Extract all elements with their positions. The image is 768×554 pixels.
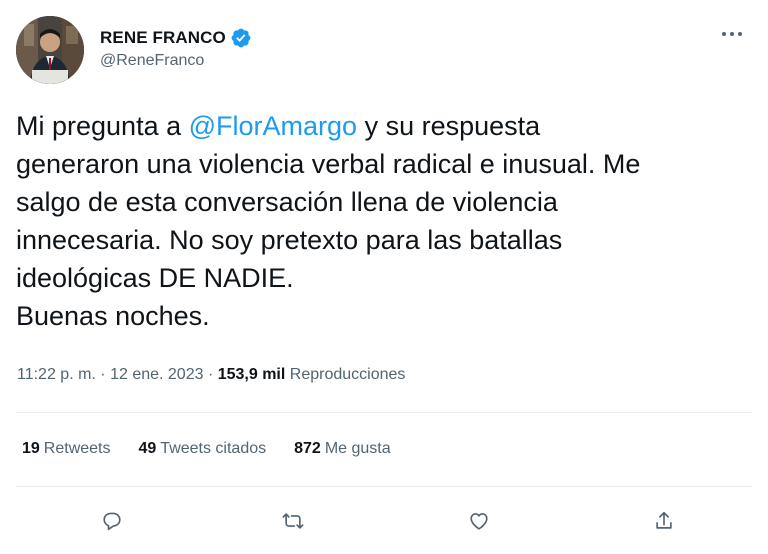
avatar[interactable] [16,16,84,84]
likes-count: 872 [294,440,321,457]
mention-link[interactable]: @FlorAmargo [189,111,357,141]
quotes-stat[interactable]: 49 Tweets citados [139,440,267,458]
divider [16,486,752,487]
tweet-meta: 11:22 p. m. · 12 ene. 2023 · 153,9 mil R… [17,366,405,384]
more-icon[interactable] [718,24,746,44]
retweet-icon[interactable] [276,504,310,538]
retweets-label: Retweets [43,440,111,457]
like-icon[interactable] [462,504,496,538]
tweet-header: RENE FRANCO @ReneFranco [16,16,752,88]
verified-badge-icon [230,27,252,49]
meta-separator: · [203,366,218,383]
display-name-row: RENE FRANCO [100,26,252,50]
views-label: Reproducciones [285,366,406,383]
divider [16,412,752,413]
reply-icon[interactable] [95,504,129,538]
retweets-count: 19 [22,440,40,457]
user-meta: RENE FRANCO @ReneFranco [100,26,252,70]
likes-stat[interactable]: 872 Me gusta [294,440,391,458]
meta-separator: · [95,366,111,383]
tweet: RENE FRANCO @ReneFranco Mi pregunta a @F… [0,0,768,554]
tweet-time[interactable]: 11:22 p. m. [17,366,96,383]
quotes-label: Tweets citados [160,440,267,457]
tweet-text-before: Mi pregunta a [16,111,189,141]
display-name[interactable]: RENE FRANCO [100,28,226,48]
tweet-date[interactable]: 12 ene. 2023 [110,366,203,383]
retweets-stat[interactable]: 19 Retweets [22,440,111,458]
share-icon[interactable] [647,504,681,538]
tweet-stats: 19 Retweets 49 Tweets citados 872 Me gusta [22,440,419,458]
likes-label: Me gusta [324,440,391,457]
tweet-text: Mi pregunta a @FlorAmargo y su respuesta… [16,107,756,335]
tweet-text-after: y su respuesta generaron una violencia v… [16,111,641,331]
views-count: 153,9 mil [217,366,286,383]
user-handle[interactable]: @ReneFranco [100,52,252,70]
quotes-count: 49 [138,440,157,457]
tweet-actions [0,500,768,540]
